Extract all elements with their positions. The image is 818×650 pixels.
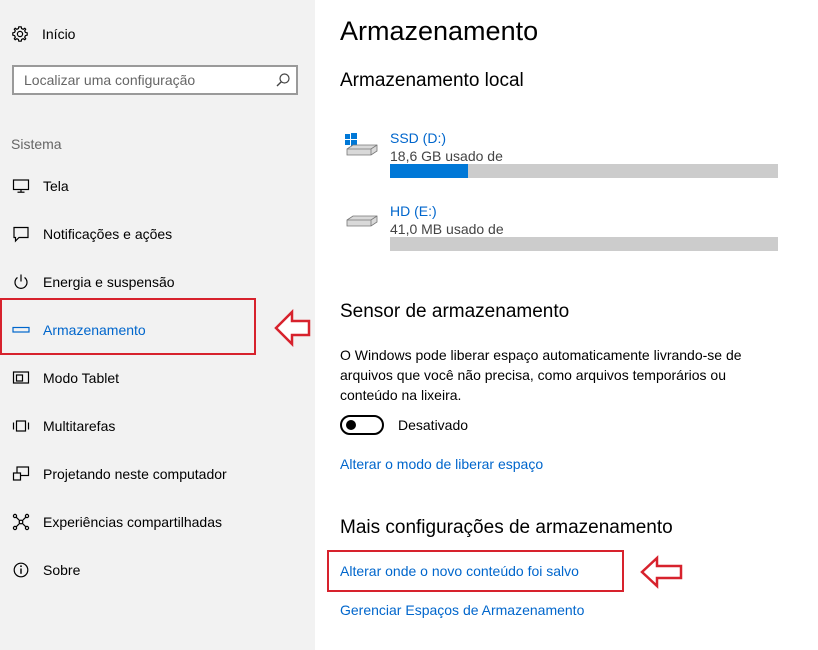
toggle-state-label: Desativado: [398, 417, 469, 433]
toggle-knob: [346, 420, 356, 430]
change-free-space-link[interactable]: Alterar o modo de liberar espaço: [340, 456, 543, 472]
multitask-icon: [11, 416, 31, 436]
drive-ssd[interactable]: SSD (D:) 18,6 GB usado de: [343, 130, 783, 180]
drive-usage-bar: [390, 237, 778, 251]
highlight-box-armazenamento: [0, 298, 256, 355]
sidebar-item-label: Notificações e ações: [43, 226, 173, 242]
local-storage-heading: Armazenamento local: [340, 70, 524, 91]
search-box[interactable]: [12, 65, 298, 95]
sidebar-item-label: Modo Tablet: [43, 370, 120, 386]
storage-sense-toggle[interactable]: [340, 415, 384, 435]
arrow-left-icon: [274, 309, 311, 347]
sensor-toggle-row: Desativado: [340, 414, 468, 436]
monitor-icon: [11, 176, 31, 196]
tablet-icon: [11, 368, 31, 388]
sidebar-item-sobre[interactable]: Sobre: [11, 556, 80, 584]
sensor-heading: Sensor de armazenamento: [340, 301, 570, 322]
sidebar-item-label: Sobre: [43, 562, 81, 578]
highlight-box-save-location: [327, 550, 624, 592]
drive-name[interactable]: HD (E:): [390, 203, 437, 219]
gear-icon: [11, 25, 29, 43]
drive-hd[interactable]: HD (E:) 41,0 MB usado de: [343, 203, 783, 253]
sidebar-item-label: Energia e suspensão: [43, 274, 175, 290]
more-settings-heading: Mais configurações de armazenamento: [340, 517, 673, 538]
arrow-left-icon: [640, 555, 683, 589]
project-icon: [11, 464, 31, 484]
drive-name[interactable]: SSD (D:): [390, 130, 446, 146]
drive-icon: [346, 215, 378, 227]
drive-usage-fill: [390, 164, 468, 178]
sidebar-item-modo-tablet[interactable]: Modo Tablet: [11, 364, 119, 392]
drive-usage-bar: [390, 164, 778, 178]
shared-icon: [11, 512, 31, 532]
sidebar-item-label: Multitarefas: [43, 418, 116, 434]
sidebar-item-notificacoes[interactable]: Notificações e ações: [11, 220, 172, 248]
drive-usage-text: 18,6 GB usado de: [390, 148, 503, 164]
home-link[interactable]: Início: [11, 22, 75, 46]
drive-usage-text: 41,0 MB usado de: [390, 221, 504, 237]
sensor-description: O Windows pode liberar espaço automatica…: [340, 347, 742, 403]
sidebar-item-label: Projetando neste computador: [43, 466, 227, 482]
home-label: Início: [42, 26, 76, 42]
sidebar-item-energia[interactable]: Energia e suspensão: [11, 268, 175, 296]
section-label-sistema: Sistema: [11, 136, 62, 152]
sidebar-item-projetando[interactable]: Projetando neste computador: [11, 460, 227, 488]
manage-storage-spaces-link[interactable]: Gerenciar Espaços de Armazenamento: [340, 602, 584, 618]
power-icon: [11, 272, 31, 292]
drive-windows-icon: [345, 133, 378, 156]
search-icon[interactable]: [275, 72, 291, 88]
notification-icon: [11, 224, 31, 244]
search-input[interactable]: [14, 67, 274, 93]
sidebar-item-label: Experiências compartilhadas: [43, 514, 222, 530]
sidebar-item-tela[interactable]: Tela: [11, 172, 69, 200]
sidebar-item-multitarefas[interactable]: Multitarefas: [11, 412, 115, 440]
sidebar-item-label: Tela: [43, 178, 69, 194]
info-icon: [11, 560, 31, 580]
sidebar-item-experiencias[interactable]: Experiências compartilhadas: [11, 508, 222, 536]
page-title: Armazenamento: [340, 16, 539, 46]
